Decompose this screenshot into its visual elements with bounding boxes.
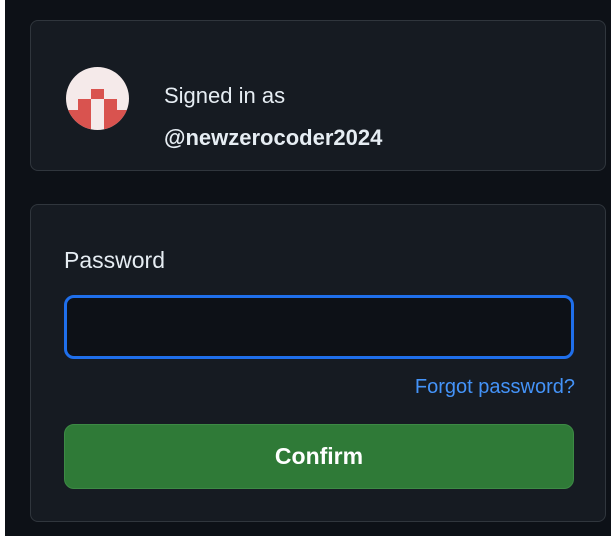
signed-in-label: Signed in as xyxy=(164,83,286,108)
password-label: Password xyxy=(64,247,165,273)
password-form-card: Password Forgot password? Confirm xyxy=(30,204,606,522)
confirm-button[interactable]: Confirm xyxy=(64,424,574,489)
username: @newzerocoder2024 xyxy=(164,125,383,150)
password-input[interactable] xyxy=(64,295,574,359)
user-avatar xyxy=(66,67,129,130)
forgot-password-link[interactable]: Forgot password? xyxy=(415,373,575,401)
signed-in-card: Signed in as @newzerocoder2024 xyxy=(30,20,606,171)
sudo-confirm-page: Signed in as @newzerocoder2024 Password … xyxy=(5,0,611,536)
identicon-avatar-icon xyxy=(66,67,129,130)
